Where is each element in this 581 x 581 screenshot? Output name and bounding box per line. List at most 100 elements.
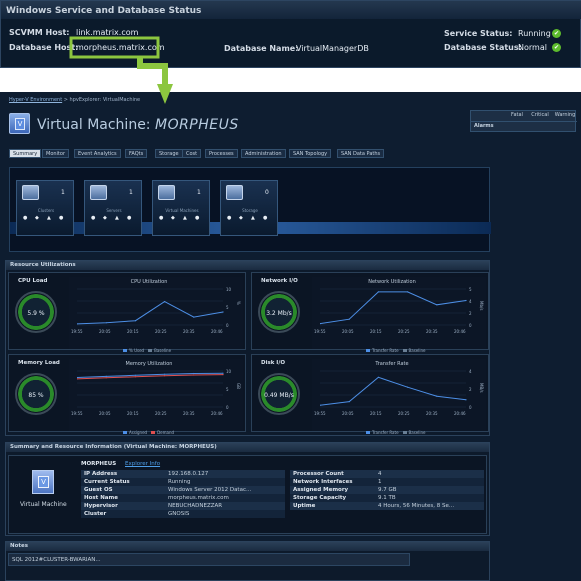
notes-field[interactable]: SQL 2012#CLUSTER-BWARIAN...: [8, 553, 410, 566]
status-icon-ok: ●: [91, 215, 96, 221]
summary-value: Running: [168, 479, 191, 485]
summary-key: Host Name: [84, 495, 118, 501]
net-chart-title: Network Utilization: [368, 279, 416, 285]
topology-tile-storage[interactable]: 0 Storage ● ◆ ▲ ●: [220, 180, 278, 236]
service-status-label: Service Status:: [444, 29, 513, 38]
net-data-point: [377, 291, 379, 293]
service-status-panel: Windows Service and Database Status SCVM…: [0, 0, 581, 68]
disk-title: Disk I/O: [261, 360, 286, 366]
breadcrumb-current: hpvExplorer: VirtualMachine: [69, 97, 141, 103]
summary-key: Current Status: [84, 479, 130, 485]
alarms-summary: Fatal Critical Warning Alarms: [470, 110, 577, 132]
check-icon: ✔: [552, 43, 561, 52]
disk-legend: Transfer Rate Baseline: [362, 419, 426, 438]
tab-san-topology[interactable]: SAN Topology: [289, 149, 332, 158]
mem-title: Memory Load: [18, 360, 60, 366]
net-x-tick: 20:15: [370, 329, 382, 334]
database-host-value: morpheus.matrix.com: [76, 43, 165, 52]
mem-x-tick: 20:25: [155, 411, 167, 416]
topology-tile-servers[interactable]: 1 Servers ● ◆ ▲ ●: [84, 180, 142, 236]
disk-x-tick: 19:55: [314, 411, 326, 416]
legend-swatch: [123, 349, 127, 352]
tab-event-analytics[interactable]: Event Analytics: [74, 149, 121, 158]
server-icon: [90, 185, 107, 200]
cpu-y-tick: 0: [226, 323, 229, 328]
disk-x-tick: 20:05: [342, 411, 354, 416]
net-y-tick: 2: [469, 311, 472, 316]
tile-count: 1: [197, 189, 201, 196]
mem-data-point: [105, 377, 107, 379]
cpu-data-point: [164, 301, 166, 303]
mem-x-tick: 20:05: [99, 411, 111, 416]
mem-x-tick: 20:46: [211, 411, 223, 416]
disk-data-point: [407, 386, 409, 388]
notes-title: Notes: [6, 542, 489, 551]
summary-value: 192.168.0.127: [168, 471, 209, 477]
net-legend-item: Transfer Rate: [372, 348, 399, 353]
mem-y-tick: 5: [226, 387, 229, 392]
mem-y-tick: 0: [226, 405, 229, 410]
summary-value: 9.7 GB: [378, 487, 397, 493]
alarms-label[interactable]: Alarms: [474, 123, 494, 129]
tab-faqts[interactable]: FAQts: [125, 149, 148, 158]
net-x-tick: 20:46: [454, 329, 466, 334]
topology-tile-clusters[interactable]: 1 Clusters ● ◆ ▲ ●: [16, 180, 74, 236]
mem-y-unit: GB: [236, 383, 241, 389]
database-name-value: VirtualManagerDB: [296, 44, 369, 53]
status-icon-fatal: ●: [195, 215, 200, 221]
service-status-value: Running: [518, 29, 551, 38]
status-icon-critical: ▲: [183, 215, 187, 221]
status-icon-critical: ▲: [251, 215, 255, 221]
summary-key: Assigned Memory: [293, 487, 349, 493]
disk-legend-item: Baseline: [408, 430, 426, 435]
panel-title: Windows Service and Database Status: [1, 1, 581, 19]
legend-swatch: [366, 431, 370, 434]
tab-processes[interactable]: Processes: [205, 149, 238, 158]
cpu-legend-item: % Used: [129, 348, 145, 353]
status-icon-warning: ◆: [239, 215, 243, 221]
cpu-legend-item: Baseline: [154, 348, 172, 353]
check-icon: ✔: [552, 29, 561, 38]
net-x-tick: 19:55: [314, 329, 326, 334]
topology-tile-virtual-machines[interactable]: 1 Virtual Machines ● ◆ ▲ ●: [152, 180, 210, 236]
mem-chart-plot: [77, 370, 224, 408]
disk-x-tick: 20:46: [454, 411, 466, 416]
cpu-y-tick: 10: [226, 287, 232, 292]
cpu-x-tick: 20:15: [127, 329, 139, 334]
disk-x-tick: 20:25: [398, 411, 410, 416]
alarm-col-critical: Critical: [531, 112, 549, 118]
summary-key: Guest OS: [84, 487, 113, 493]
disk-gauge: 0.49 MB/s: [258, 373, 300, 415]
breadcrumb: Hyper-V Environment > hpvExplorer: Virtu…: [9, 97, 140, 103]
net-x-tick: 20:35: [426, 329, 438, 334]
cpu-data-point: [222, 311, 224, 313]
explorer-info-link[interactable]: Explorer Info: [125, 461, 160, 467]
disk-x-tick: 20:35: [426, 411, 438, 416]
tab-administration[interactable]: Administration: [241, 149, 286, 158]
status-icon-fatal: ●: [263, 215, 268, 221]
net-data-point: [407, 291, 409, 293]
disk-chart-plot: [320, 370, 467, 408]
tab-san-data-paths[interactable]: SAN Data Paths: [337, 149, 385, 158]
net-gauge-value: 3.2 Mb/s: [266, 310, 292, 317]
disk-x-tick: 20:15: [370, 411, 382, 416]
cpu-y-tick: 5: [226, 305, 229, 310]
legend-swatch: [151, 431, 156, 434]
disk-series-line: [320, 376, 467, 406]
disk-data-point: [377, 376, 379, 378]
disk-subpanel: Disk I/O 0.49 MB/s Transfer Rate 19:55 20:05…: [251, 354, 489, 435]
tab-cost[interactable]: Cost: [182, 149, 202, 158]
tab-monitor[interactable]: Monitor: [42, 149, 70, 158]
summary-value: Windows Server 2012 Datac...: [168, 487, 252, 493]
status-icon-ok: ●: [159, 215, 164, 221]
net-y-tick: 4: [469, 299, 472, 304]
page-title: Virtual Machine: MORPHEUS: [37, 117, 239, 133]
tab-summary[interactable]: Summary: [9, 149, 42, 158]
status-icon-warning: ◆: [103, 215, 107, 221]
virtual-machine-icon: V: [32, 470, 54, 494]
tab-storage[interactable]: Storage: [155, 149, 183, 158]
breadcrumb-root-link[interactable]: Hyper-V Environment: [9, 97, 62, 103]
disk-y-tick: 0: [469, 405, 472, 410]
net-y-tick: 0: [469, 323, 472, 328]
cpu-x-tick: 20:25: [155, 329, 167, 334]
